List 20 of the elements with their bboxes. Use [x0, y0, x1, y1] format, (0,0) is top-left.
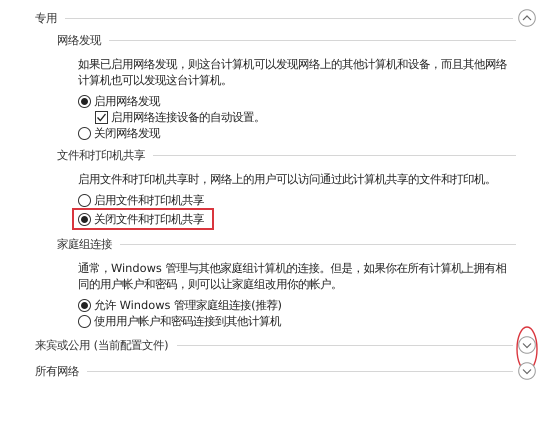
description: 如果已启用网络发现，则这台计算机可以发现网络上的其他计算机和设备，而且其他网络计算机也可以发现这台计算机。 [78, 56, 508, 88]
section-heading: 家庭组连接 [57, 236, 112, 252]
radio-option[interactable]: 启用网络发现 [78, 93, 160, 109]
profile-title: 所有网络 [35, 364, 79, 378]
checkbox[interactable] [95, 110, 108, 124]
chevron-button[interactable] [518, 362, 536, 380]
section-heading: 网络发现 [57, 32, 101, 48]
radio-option[interactable]: 允许 Windows 管理家庭组连接(推荐) [78, 297, 282, 313]
checkbox-label[interactable]: 启用网络连接设备的自动设置。 [111, 110, 265, 124]
profile-title: 来宾或公用 (当前配置文件) [35, 338, 169, 352]
radio-option[interactable]: 启用文件和打印机共享 [78, 192, 204, 208]
chevron-button[interactable] [518, 9, 536, 27]
profile-title: 专用 [35, 10, 57, 26]
radio-option[interactable]: 关闭网络发现 [78, 125, 160, 141]
section-heading: 文件和打印机共享 [57, 148, 145, 162]
chevron-button[interactable] [518, 336, 536, 354]
description: 通常，Windows 管理与其他家庭组计算机的连接。但是，如果你在所有计算机上拥有相同的用户帐户和密码，则可以让家庭组改用你的帐户。 [78, 260, 508, 292]
description: 启用文件和打印机共享时，网络上的用户可以访问通过此计算机共享的文件和打印机。 [78, 171, 497, 187]
radio-option[interactable]: 使用用户帐户和密码连接到其他计算机 [78, 313, 281, 329]
radio-option[interactable]: 关闭文件和打印机共享 [78, 211, 204, 227]
